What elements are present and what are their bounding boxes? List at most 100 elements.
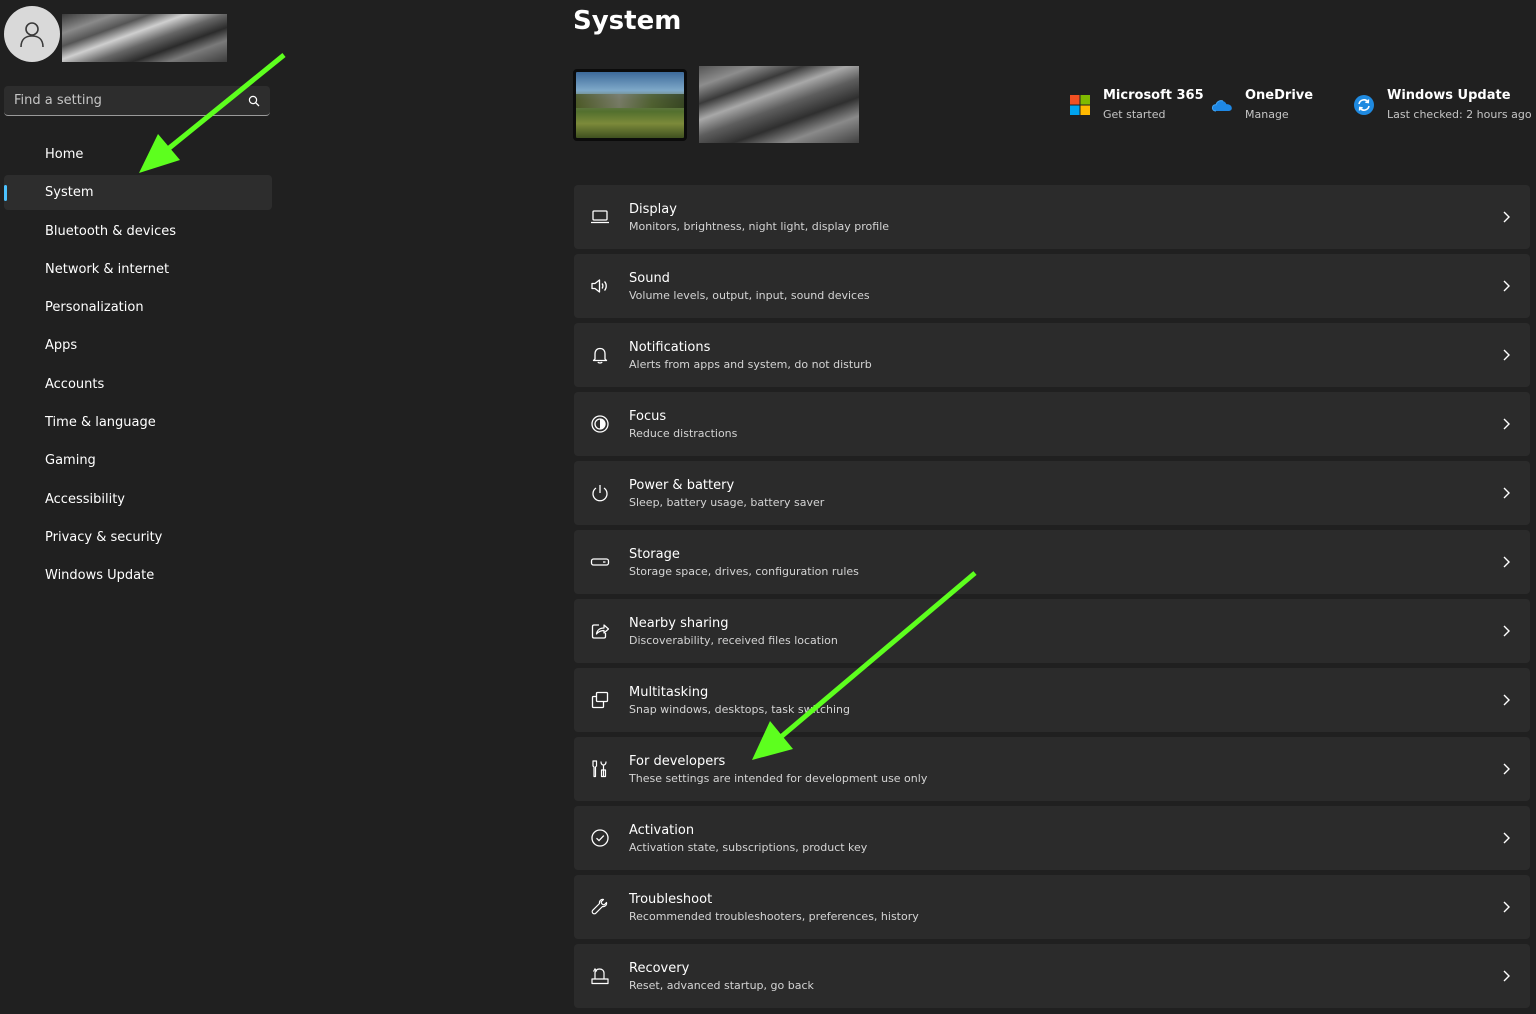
page-title: System	[573, 6, 682, 36]
account-name-redacted	[62, 14, 227, 62]
bell-icon	[592, 347, 608, 364]
card-subtitle: Volume levels, output, input, sound devi…	[629, 289, 870, 302]
card-title: Troubleshoot	[629, 892, 713, 907]
developer-tools-icon	[592, 760, 607, 778]
card-title: Multitasking	[629, 685, 709, 700]
settings-card-activation[interactable]: Activation Activation state, subscriptio…	[574, 806, 1530, 870]
storage-drive-icon	[590, 558, 610, 566]
settings-card-notifications[interactable]: Notifications Alerts from apps and syste…	[574, 323, 1530, 387]
sidebar-item-network-internet[interactable]: Network & internet	[4, 252, 272, 287]
chevron-right-icon	[1503, 694, 1510, 706]
chevron-right-icon	[1503, 211, 1510, 223]
sidebar-item-label: Accessibility	[45, 491, 125, 507]
checkmark-circle-icon	[591, 829, 609, 847]
sidebar-item-personalization[interactable]: Personalization	[4, 290, 272, 325]
sidebar-nav: Home System Bluetooth & devices Network …	[4, 137, 272, 597]
sidebar-item-label: Home	[45, 147, 84, 162]
chevron-right-icon	[1503, 349, 1510, 361]
card-subtitle: Snap windows, desktops, task switching	[629, 703, 851, 716]
sidebar-item-label: Privacy & security	[45, 529, 163, 545]
chevron-right-icon	[1503, 280, 1510, 292]
settings-card-recovery[interactable]: Recovery Reset, advanced startup, go bac…	[574, 944, 1530, 1008]
card-subtitle: Monitors, brightness, night light, displ…	[629, 220, 890, 233]
chevron-right-icon	[1503, 901, 1510, 913]
card-subtitle: Recommended troubleshooters, preferences…	[629, 910, 919, 923]
onedrive-cloud-icon	[1211, 100, 1232, 112]
power-icon	[592, 485, 608, 502]
quick-link-title: Microsoft 365	[1103, 88, 1204, 103]
sidebar-item-label: System	[45, 185, 94, 201]
quick-link-title: OneDrive	[1245, 88, 1314, 103]
speaker-icon	[591, 279, 607, 293]
settings-card-sound[interactable]: Sound Volume levels, output, input, soun…	[574, 254, 1530, 318]
card-title: Recovery	[629, 961, 690, 976]
settings-card-troubleshoot[interactable]: Troubleshoot Recommended troubleshooters…	[574, 875, 1530, 939]
card-title: Power & battery	[629, 478, 735, 493]
card-title: Notifications	[629, 340, 711, 355]
settings-card-nearby-sharing[interactable]: Nearby sharing Discoverability, received…	[574, 599, 1530, 663]
card-subtitle: Alerts from apps and system, do not dist…	[629, 358, 872, 371]
quick-link-subtitle: Last checked: 2 hours ago	[1387, 108, 1532, 121]
device-name-redacted	[699, 66, 859, 143]
quick-link-windows-update[interactable]: Windows Update Last checked: 2 hours ago	[1353, 87, 1532, 125]
sidebar-item-label: Time & language	[45, 415, 156, 431]
settings-card-storage[interactable]: Storage Storage space, drives, configura…	[574, 530, 1530, 594]
focus-icon	[591, 415, 609, 433]
card-title: Sound	[629, 271, 670, 286]
sidebar-item-label: Apps	[45, 338, 78, 354]
wrench-icon	[591, 898, 608, 915]
search-icon[interactable]	[248, 95, 260, 107]
quick-link-title: Windows Update	[1387, 88, 1511, 103]
display-icon	[591, 210, 609, 224]
search-input[interactable]	[14, 93, 248, 108]
chevron-right-icon	[1503, 556, 1510, 568]
settings-card-for-developers[interactable]: For developers These settings are intend…	[574, 737, 1530, 801]
sidebar-item-apps[interactable]: Apps	[4, 328, 272, 363]
sidebar-item-bluetooth-devices[interactable]: Bluetooth & devices	[4, 214, 272, 249]
settings-card-multitasking[interactable]: Multitasking Snap windows, desktops, tas…	[574, 668, 1530, 732]
card-subtitle: Reset, advanced startup, go back	[629, 979, 814, 992]
settings-list: Display Monitors, brightness, night ligh…	[574, 185, 1530, 1013]
card-subtitle: Activation state, subscriptions, product…	[629, 841, 868, 854]
settings-card-focus[interactable]: Focus Reduce distractions	[574, 392, 1530, 456]
sidebar-item-label: Windows Update	[45, 568, 155, 584]
card-title: Activation	[629, 823, 695, 838]
quick-link-microsoft-365[interactable]: Microsoft 365 Get started	[1069, 87, 1204, 125]
chevron-right-icon	[1503, 763, 1510, 775]
multitasking-icon	[591, 691, 609, 709]
desktop-wallpaper-thumbnail[interactable]	[573, 69, 687, 141]
search-box[interactable]	[4, 86, 270, 116]
card-subtitle: Sleep, battery usage, battery saver	[629, 496, 825, 509]
sidebar-item-label: Network & internet	[45, 261, 170, 277]
sidebar-item-windows-update[interactable]: Windows Update	[4, 558, 272, 593]
sidebar-item-gaming[interactable]: Gaming	[4, 443, 272, 478]
card-title: Focus	[629, 409, 667, 424]
settings-card-power-battery[interactable]: Power & battery Sleep, battery usage, ba…	[574, 461, 1530, 525]
sidebar-item-accessibility[interactable]: Accessibility	[4, 482, 272, 517]
avatar[interactable]	[4, 6, 60, 62]
sidebar-item-label: Gaming	[45, 453, 96, 469]
person-icon	[20, 22, 44, 48]
sidebar-item-label: Accounts	[45, 376, 105, 392]
recovery-icon	[591, 967, 609, 985]
microsoft-365-icon	[1070, 95, 1090, 115]
card-subtitle: Storage space, drives, configuration rul…	[629, 565, 859, 578]
settings-card-display[interactable]: Display Monitors, brightness, night ligh…	[574, 185, 1530, 249]
card-title: Storage	[629, 547, 680, 562]
sidebar-item-label: Bluetooth & devices	[45, 223, 176, 239]
card-subtitle: These settings are intended for developm…	[629, 772, 928, 785]
chevron-right-icon	[1503, 970, 1510, 982]
card-subtitle: Reduce distractions	[629, 427, 738, 440]
quick-link-onedrive[interactable]: OneDrive Manage	[1211, 87, 1313, 125]
sidebar-item-privacy-security[interactable]: Privacy & security	[4, 520, 272, 555]
sidebar-item-system[interactable]: System	[4, 175, 272, 211]
card-title: Display	[629, 202, 677, 217]
sidebar-item-home[interactable]: Home	[4, 137, 272, 172]
card-title: For developers	[629, 754, 726, 769]
chevron-right-icon	[1503, 625, 1510, 637]
sidebar-item-time-language[interactable]: Time & language	[4, 405, 272, 440]
quick-link-subtitle: Get started	[1103, 108, 1166, 121]
windows-update-icon	[1354, 95, 1374, 115]
share-icon	[591, 624, 610, 639]
sidebar-item-accounts[interactable]: Accounts	[4, 367, 272, 402]
